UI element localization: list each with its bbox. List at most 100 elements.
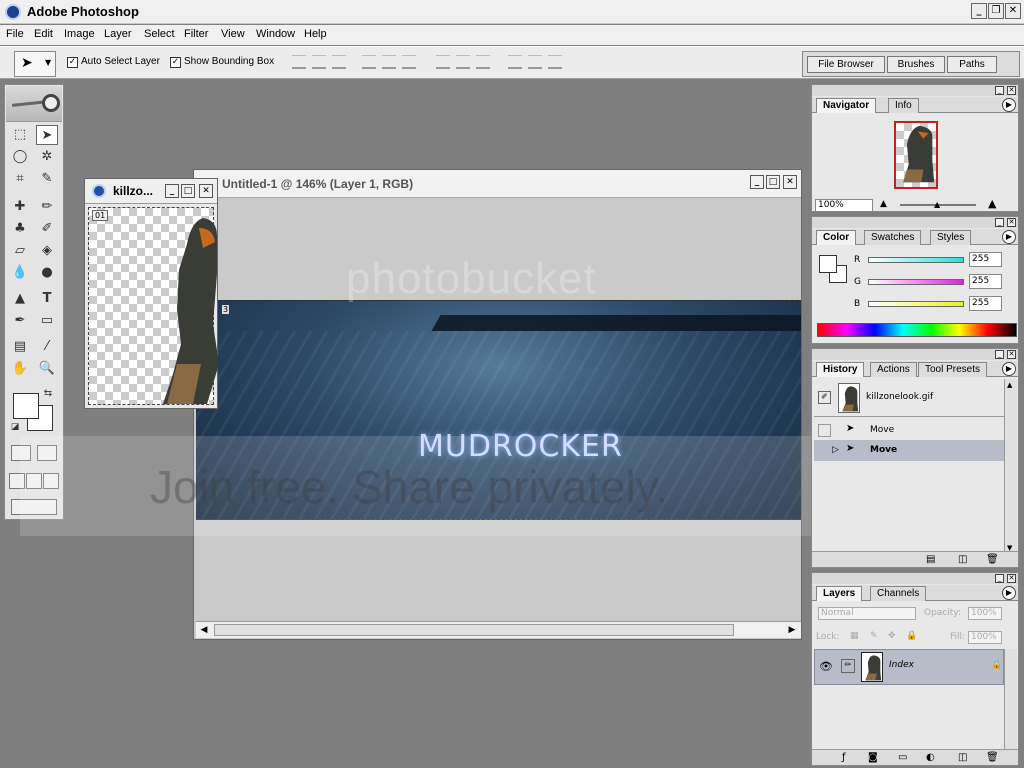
palette-close-button[interactable]: ✕ [1007, 574, 1016, 583]
path-selection-tool-icon[interactable]: ▲ [9, 289, 31, 309]
menu-select[interactable]: Select [144, 28, 175, 40]
history-brush-tool-icon[interactable]: ✐ [36, 219, 58, 239]
palette-menu-icon[interactable]: ▶ [1002, 362, 1016, 376]
new-layer-set-icon[interactable]: ▭ [898, 752, 907, 763]
align-left-icon[interactable] [362, 55, 376, 69]
photoshop-app-icon[interactable] [5, 4, 21, 20]
clone-stamp-tool-icon[interactable]: ♣ [9, 219, 31, 239]
tool-preset-picker[interactable]: ➤ ▼ [14, 51, 56, 77]
eraser-tool-icon[interactable]: ▱ [9, 241, 31, 261]
auto-select-layer-checkbox[interactable]: ✓ [67, 57, 78, 68]
eye-visibility-icon[interactable]: 👁 [819, 660, 833, 673]
document-minimize-button[interactable]: _ [750, 175, 764, 189]
killzone-minimize-button[interactable]: _ [165, 184, 179, 198]
scrollbar-thumb[interactable] [214, 624, 734, 636]
distribute-left-icon[interactable] [508, 55, 522, 69]
foreground-color-swatch[interactable] [13, 393, 39, 419]
killzone-close-button[interactable]: ✕ [199, 184, 213, 198]
menu-window[interactable]: Window [256, 28, 295, 40]
tab-info[interactable]: Info [888, 98, 919, 113]
new-layer-icon[interactable]: ◫ [958, 752, 967, 763]
default-colors-icon[interactable]: ◪ [9, 421, 21, 433]
show-bounding-box-checkbox[interactable]: ✓ [170, 57, 181, 68]
tab-history[interactable]: History [816, 362, 865, 377]
history-step-row[interactable]: ➤ Move [814, 421, 1004, 441]
history-step-row-selected[interactable]: ▷ ➤ Move [814, 441, 1004, 461]
well-tab-file-browser[interactable]: File Browser [807, 56, 885, 73]
layers-scrollbar[interactable] [1004, 649, 1017, 749]
palette-header[interactable]: _ ✕ [812, 85, 1018, 96]
distribute-hcenter-icon[interactable] [528, 55, 542, 69]
fill-field[interactable]: 100% [968, 631, 1002, 644]
palette-header[interactable]: _ ✕ [812, 573, 1018, 584]
brush-tool-icon[interactable]: ✏ [36, 197, 58, 217]
history-snapshot-row[interactable]: ✐ killzonelook.gif [814, 381, 1004, 417]
palette-menu-icon[interactable]: ▶ [1002, 230, 1016, 244]
palette-minimize-button[interactable]: _ [995, 218, 1004, 227]
paint-bucket-tool-icon[interactable]: ◈ [36, 241, 58, 261]
red-channel-value[interactable]: 255 [969, 252, 1002, 267]
align-right-icon[interactable] [402, 55, 416, 69]
tab-channels[interactable]: Channels [870, 586, 927, 601]
document-close-button[interactable]: ✕ [783, 175, 797, 189]
palette-close-button[interactable]: ✕ [1007, 350, 1016, 359]
tab-actions[interactable]: Actions [870, 362, 917, 377]
palette-close-button[interactable]: ✕ [1007, 218, 1016, 227]
lasso-tool-icon[interactable]: ◯ [9, 147, 31, 167]
zoom-in-icon[interactable]: ▲ [988, 197, 996, 210]
red-channel-slider[interactable] [868, 257, 964, 263]
lock-position-icon[interactable]: ✥ [888, 631, 896, 641]
distribute-right-icon[interactable] [548, 55, 562, 69]
document-maximize-button[interactable]: □ [766, 175, 780, 189]
distribute-bottom-icon[interactable] [476, 55, 490, 69]
color-spectrum-bar[interactable] [817, 323, 1017, 337]
killzone-canvas[interactable]: 01 [88, 207, 219, 405]
restore-button[interactable]: ❐ [988, 3, 1004, 19]
align-vertical-center-icon[interactable] [312, 55, 326, 69]
layer-style-icon[interactable]: ƒ [842, 752, 846, 763]
distribute-top-icon[interactable] [436, 55, 450, 69]
blue-channel-slider[interactable] [868, 301, 964, 307]
palette-minimize-button[interactable]: _ [995, 574, 1004, 583]
lock-image-icon[interactable]: ✎ [870, 631, 878, 641]
palette-minimize-button[interactable]: _ [995, 86, 1004, 95]
minimize-button[interactable]: _ [971, 3, 987, 19]
menu-file[interactable]: File [6, 28, 24, 40]
lock-all-icon[interactable]: 🔒 [906, 631, 917, 641]
hand-tool-icon[interactable]: ✋ [9, 359, 31, 379]
navigator-zoom-field[interactable]: 100% [815, 199, 873, 212]
type-tool-icon[interactable]: T [36, 289, 58, 309]
menu-image[interactable]: Image [64, 28, 95, 40]
scroll-right-icon[interactable]: ▶ [786, 624, 798, 636]
green-channel-value[interactable]: 255 [969, 274, 1002, 289]
blue-channel-value[interactable]: 255 [969, 296, 1002, 311]
well-tab-brushes[interactable]: Brushes [887, 56, 945, 73]
menu-layer[interactable]: Layer [104, 28, 132, 40]
palette-close-button[interactable]: ✕ [1007, 86, 1016, 95]
history-step-checkbox[interactable] [818, 424, 831, 437]
killzone-titlebar[interactable]: killzo... _ □ ✕ [85, 179, 217, 204]
blend-mode-select[interactable]: Normal [818, 607, 916, 620]
scroll-left-icon[interactable]: ◀ [198, 624, 210, 636]
healing-brush-tool-icon[interactable]: ✚ [9, 197, 31, 217]
tab-styles[interactable]: Styles [930, 230, 972, 245]
eyedropper-tool-icon[interactable]: ⁄ [36, 337, 58, 357]
menu-filter[interactable]: Filter [184, 28, 208, 40]
tab-color[interactable]: Color [816, 230, 857, 245]
rectangle-tool-icon[interactable]: ▭ [36, 311, 58, 331]
dodge-tool-icon[interactable]: ● [36, 263, 58, 283]
trash-icon[interactable]: 🗑 [986, 554, 999, 565]
trash-icon[interactable]: 🗑 [986, 752, 999, 763]
palette-menu-icon[interactable]: ▶ [1002, 586, 1016, 600]
opacity-field[interactable]: 100% [968, 607, 1002, 620]
blur-tool-icon[interactable]: 💧 [9, 263, 31, 283]
palette-header[interactable]: _ ✕ [812, 217, 1018, 228]
horizontal-scrollbar[interactable]: ◀ ▶ [196, 621, 801, 638]
killzone-maximize-button[interactable]: □ [181, 184, 195, 198]
scroll-up-icon[interactable]: ▲ [1007, 381, 1012, 389]
crop-tool-icon[interactable]: ⌗ [9, 169, 31, 189]
history-scrollbar[interactable]: ▲ ▼ [1004, 379, 1017, 554]
history-state-pointer-icon[interactable]: ▷ [832, 445, 839, 455]
align-top-icon[interactable] [292, 55, 306, 69]
document-titlebar[interactable]: Untitled-1 @ 146% (Layer 1, RGB) _ □ ✕ [194, 170, 801, 198]
